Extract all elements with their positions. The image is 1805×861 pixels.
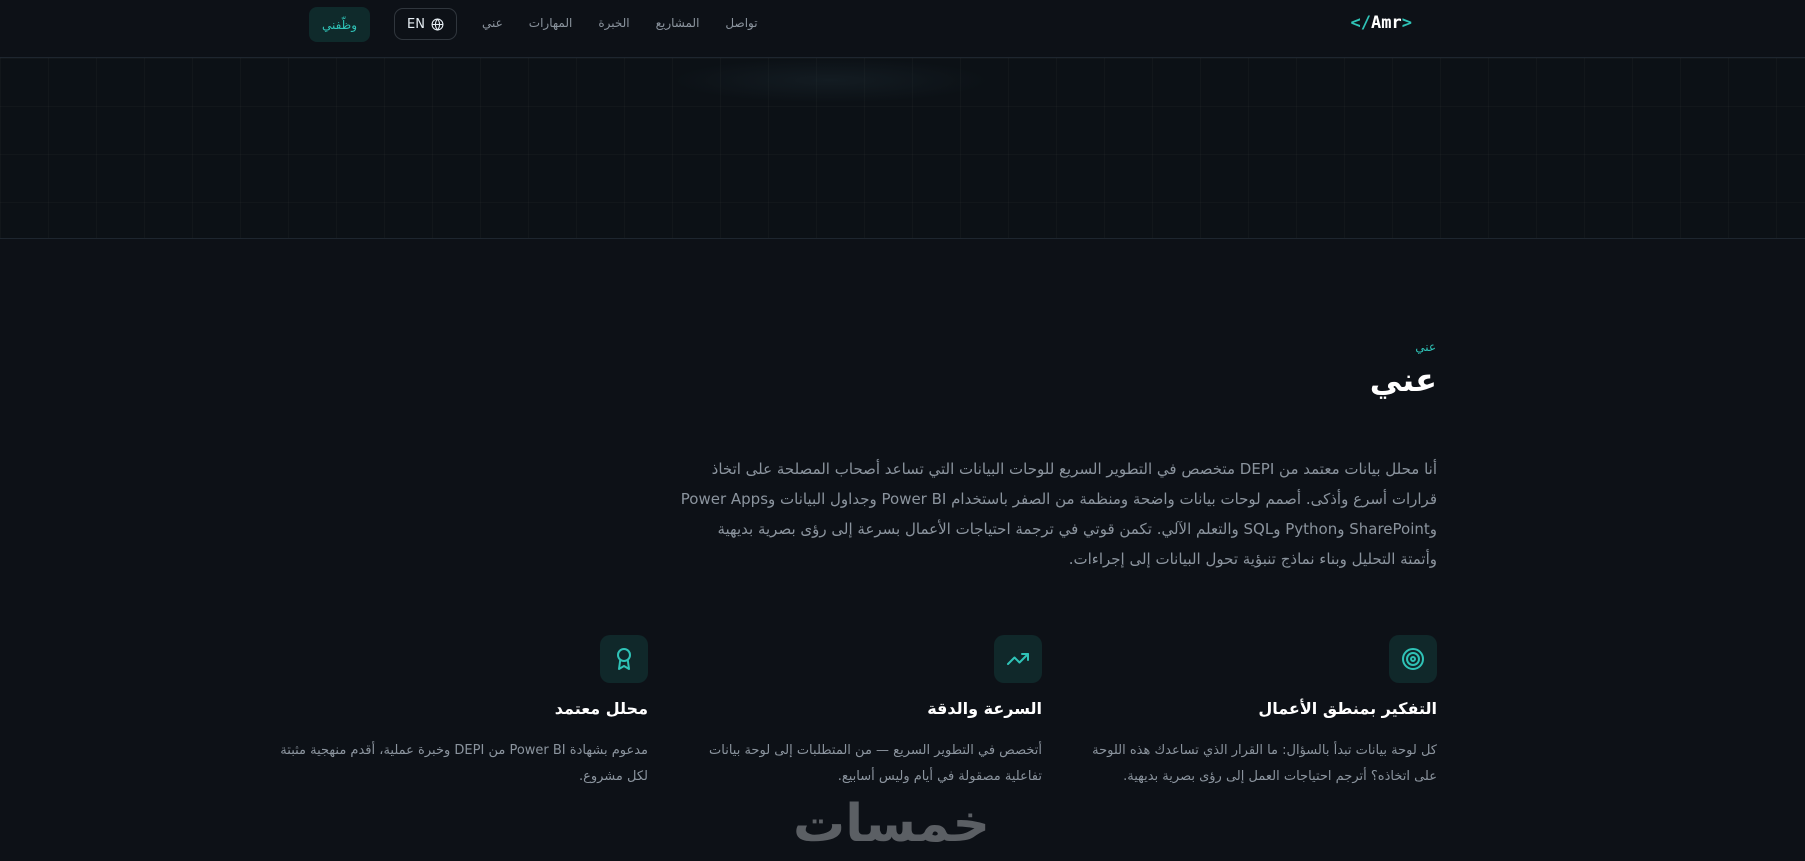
nav-link-contact[interactable]: تواصل	[725, 16, 757, 30]
nav-link-skills[interactable]: المهارات	[529, 16, 573, 30]
language-label: EN	[407, 16, 425, 32]
logo-open-bracket: </	[1350, 13, 1372, 33]
nav-links: عني المهارات الخبرة المشاريع تواصل	[482, 16, 758, 30]
site-logo[interactable]: </Amr>	[1351, 13, 1412, 33]
about-eyebrow: عني	[1415, 340, 1436, 354]
logo-close-bracket: >	[1401, 13, 1412, 33]
nav-link-projects[interactable]: المشاريع	[656, 16, 700, 30]
nav-link-about[interactable]: عني	[482, 16, 503, 30]
card-description: مدعوم بشهادة Power BI من DEPI وخبرة عملي…	[280, 743, 648, 784]
logo-name: Amr	[1371, 13, 1402, 33]
trending-up-icon	[1007, 653, 1029, 665]
top-navbar: </Amr> عني المهارات الخبرة المشاريع تواص…	[0, 0, 1805, 58]
card-title: التفكير بمنطق الأعمال	[1258, 699, 1437, 718]
feature-card-certified: محلل معتمد مدعوم بشهادة Power BI من DEPI…	[278, 635, 648, 790]
khamsat-watermark: خمسات	[793, 794, 991, 854]
language-toggle-button[interactable]: EN	[394, 8, 457, 40]
hire-me-button[interactable]: وظّفني	[309, 7, 370, 42]
card-description: أتخصص في التطوير السريع — من المتطلبات إ…	[709, 743, 1042, 784]
card-description: كل لوحة بيانات تبدأ بالسؤال: ما القرار ا…	[1092, 743, 1437, 784]
card-icon-box	[1389, 635, 1437, 683]
target-icon	[1402, 648, 1424, 670]
feature-card-speed: السرعة والدقة أتخصص في التطوير السريع — …	[672, 635, 1042, 790]
card-icon-box	[994, 635, 1042, 683]
card-icon-box	[600, 635, 648, 683]
hero-section	[0, 58, 1805, 239]
about-title: عني	[1369, 361, 1437, 399]
award-icon	[617, 648, 631, 670]
about-description: أنا محلل بيانات معتمد من DEPI متخصص في ا…	[680, 460, 1437, 568]
globe-icon	[431, 17, 444, 31]
nav-link-experience[interactable]: الخبرة	[598, 16, 629, 30]
card-title: السرعة والدقة	[927, 699, 1042, 718]
feature-card-business: التفكير بمنطق الأعمال كل لوحة بيانات تبد…	[1067, 635, 1437, 790]
card-title: محلل معتمد	[554, 699, 648, 718]
hero-glow	[670, 58, 990, 103]
